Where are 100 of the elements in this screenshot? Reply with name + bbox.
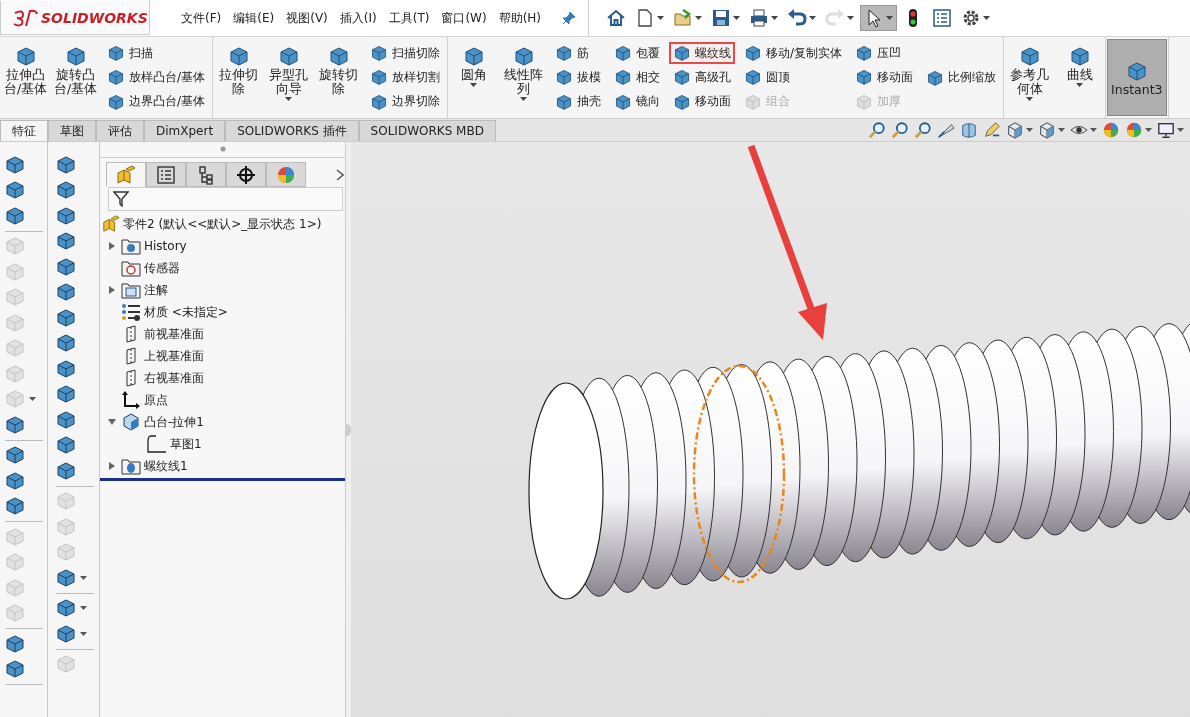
caret-icon[interactable] [470, 82, 478, 87]
tree-item[interactable]: 注解 [144, 281, 168, 299]
section-view-icon[interactable] [960, 121, 978, 139]
undo-icon[interactable] [787, 8, 807, 28]
block-icon[interactable] [56, 623, 76, 644]
ribbon-button[interactable]: 镜向 [610, 90, 665, 113]
block-icon[interactable] [5, 205, 25, 226]
caret-icon[interactable] [733, 16, 740, 20]
list-icon[interactable] [932, 8, 952, 28]
block-icon[interactable] [56, 205, 76, 226]
logo-panel[interactable]: SOLIDWORKS [0, 1, 150, 35]
ribbon-button[interactable]: 旋转凸台/基体 [51, 39, 100, 116]
block-icon[interactable] [5, 445, 25, 466]
fan-icon[interactable] [937, 121, 955, 139]
block-icon[interactable] [5, 414, 25, 435]
block-icon[interactable] [56, 567, 76, 588]
filter-field[interactable] [108, 187, 343, 211]
block-icon[interactable] [56, 598, 76, 619]
collapse-arrow-icon[interactable] [108, 419, 116, 425]
tree-item[interactable]: 右视基准面 [144, 369, 204, 387]
block-icon[interactable] [56, 231, 76, 252]
panel-tab[interactable] [226, 162, 266, 187]
sphere-icon[interactable] [1125, 121, 1143, 139]
magnifier-icon[interactable] [914, 121, 932, 139]
ribbon-button[interactable]: 圆角 [449, 39, 499, 116]
menu-item[interactable]: 视图(V) [281, 7, 333, 29]
tree-item[interactable]: 螺纹线1 [144, 457, 188, 475]
caret-icon[interactable] [520, 96, 528, 101]
block-icon[interactable] [5, 659, 25, 680]
block-icon[interactable] [56, 460, 76, 481]
block-icon[interactable] [5, 496, 25, 517]
ribbon-button[interactable]: 放样凸台/基体 [103, 66, 210, 89]
tree-item[interactable]: 原点 [144, 391, 168, 409]
ribbon-button[interactable]: 放样切割 [366, 66, 445, 89]
expand-arrow-icon[interactable] [109, 462, 115, 470]
ribbon-button[interactable]: 包覆 [610, 42, 665, 65]
caret-icon[interactable] [695, 16, 702, 20]
ribbon-button[interactable]: 曲线 [1055, 39, 1105, 116]
block-icon[interactable] [56, 358, 76, 379]
caret-icon[interactable] [1026, 96, 1034, 101]
print-icon[interactable] [749, 8, 769, 28]
sphere-icon[interactable] [1102, 121, 1120, 139]
tab[interactable]: 特征 [0, 120, 48, 141]
menu-item[interactable]: 编辑(E) [228, 7, 280, 29]
expand-arrow-icon[interactable] [109, 242, 115, 250]
caret-icon[interactable] [80, 575, 87, 580]
caret-icon[interactable] [1058, 128, 1065, 132]
tree-item[interactable]: 前视基准面 [144, 325, 204, 343]
expand-arrow-icon[interactable] [109, 286, 115, 294]
collapse-handle-icon[interactable] [346, 423, 351, 436]
tree-item[interactable]: 凸台-拉伸1 [144, 413, 204, 431]
caret-icon[interactable] [1090, 128, 1097, 132]
caret-icon[interactable] [771, 16, 778, 20]
tab[interactable]: SOLIDWORKS 插件 [225, 120, 359, 141]
ribbon-button[interactable]: 抽壳 [551, 90, 606, 113]
ribbon-button[interactable]: 拔模 [551, 66, 606, 89]
block-icon[interactable] [56, 180, 76, 201]
cube-icon[interactable] [1006, 121, 1024, 139]
chevron-right-icon[interactable] [336, 168, 344, 181]
pencil-icon[interactable] [983, 121, 1001, 139]
ribbon-button[interactable]: 异型孔向导 [264, 39, 314, 116]
menu-item[interactable]: 文件(F) [176, 7, 227, 29]
ribbon-button[interactable]: 扫描切除 [366, 42, 445, 65]
block-icon[interactable] [5, 633, 25, 654]
drag-handle-icon[interactable] [219, 146, 226, 152]
save-icon[interactable] [711, 8, 731, 28]
ribbon-button[interactable]: 扫描 [103, 42, 210, 65]
ribbon-button[interactable]: 压凹 [851, 42, 918, 65]
ribbon-button[interactable]: Instant3 [1107, 39, 1167, 116]
ribbon-button[interactable]: 线性阵列 [499, 39, 549, 116]
settings-icon[interactable] [961, 8, 981, 28]
block-icon[interactable] [5, 470, 25, 491]
block-icon[interactable] [56, 409, 76, 430]
block-icon[interactable] [56, 154, 76, 175]
ribbon-button[interactable]: 相交 [610, 66, 665, 89]
ribbon-button[interactable]: 边界凸台/基体 [103, 90, 210, 113]
block-icon[interactable] [5, 154, 25, 175]
open-folder-icon[interactable] [673, 8, 693, 28]
tree-item[interactable]: 材质 <未指定> [144, 303, 228, 321]
caret-icon[interactable] [1076, 82, 1084, 87]
caret-icon[interactable] [80, 606, 87, 611]
ribbon-button[interactable]: 移动面 [851, 66, 918, 89]
ribbon-button[interactable]: 螺纹线 [669, 42, 736, 65]
magnifier-icon[interactable] [868, 121, 886, 139]
tree-item[interactable]: 上视基准面 [144, 347, 204, 365]
home-icon[interactable] [606, 8, 626, 28]
caret-icon[interactable] [285, 96, 293, 101]
ribbon-button[interactable]: 移动/复制实体 [740, 42, 847, 65]
ribbon-button[interactable]: 筋 [551, 42, 606, 65]
menu-item[interactable]: 帮助(H) [493, 7, 547, 29]
cube-icon[interactable] [1038, 121, 1056, 139]
menu-item[interactable]: 窗口(W) [436, 7, 492, 29]
tree-item[interactable]: 草图1 [170, 435, 202, 453]
ribbon-button[interactable]: 移动面 [669, 90, 736, 113]
tree-item[interactable]: History [144, 239, 187, 253]
caret-icon[interactable] [80, 631, 87, 636]
tab[interactable]: 评估 [96, 120, 144, 141]
magnifier-icon[interactable] [891, 121, 909, 139]
panel-tab[interactable] [186, 162, 226, 187]
monitor-icon[interactable] [1157, 121, 1175, 139]
